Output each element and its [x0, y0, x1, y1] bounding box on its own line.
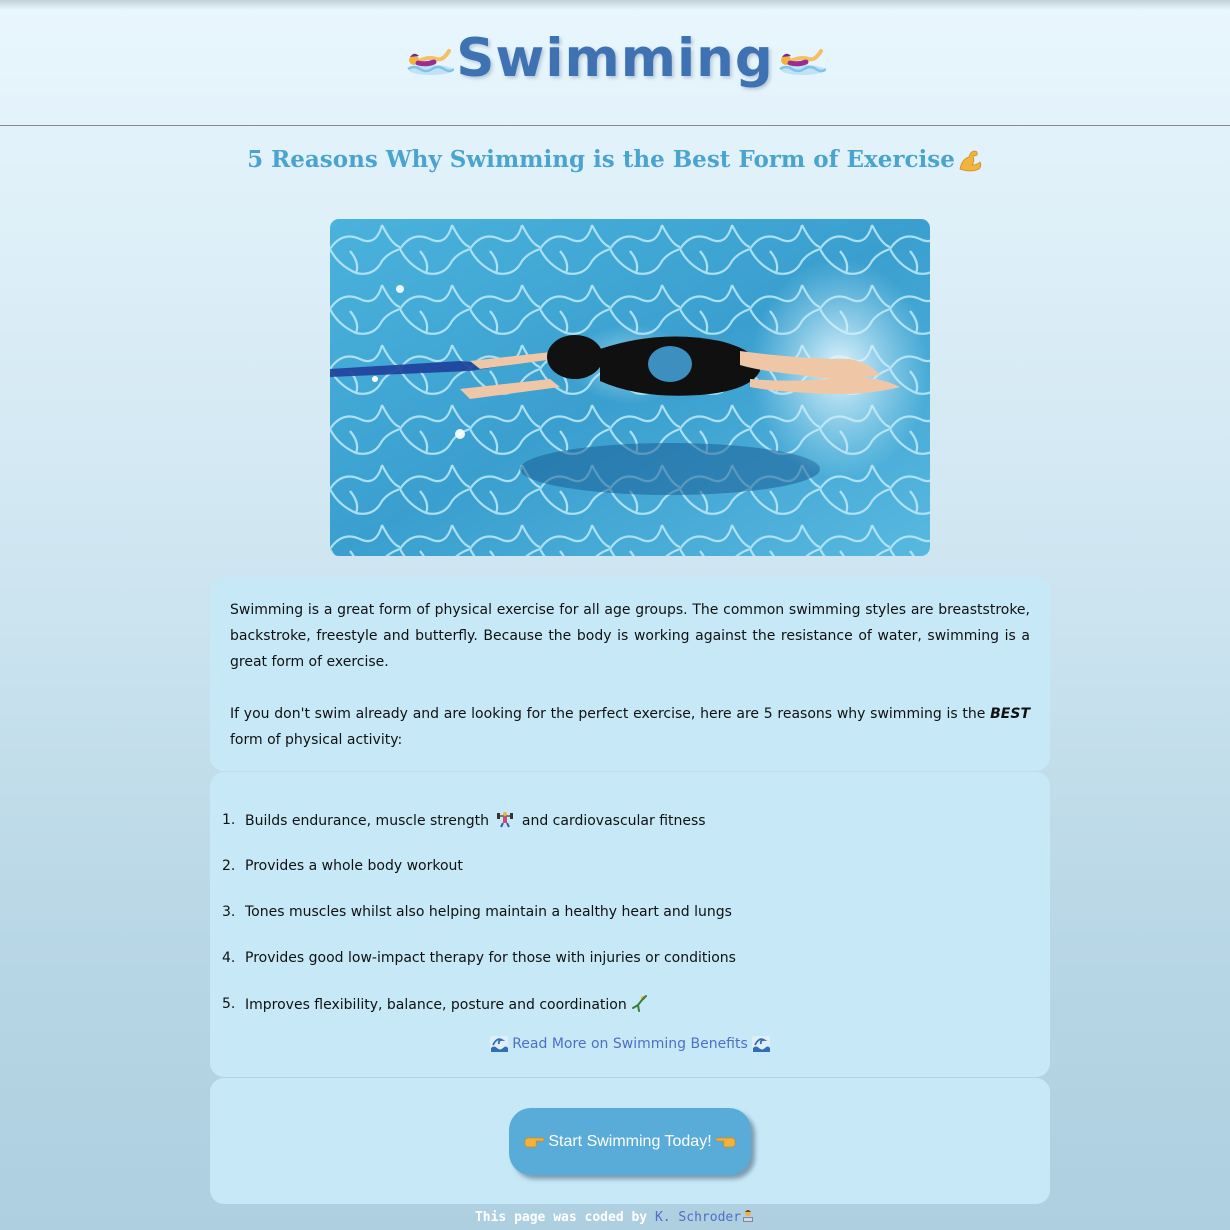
hero-illustration — [330, 219, 930, 556]
reason-text: Improves flexibility, balance, posture a… — [245, 994, 651, 1015]
read-more-label: Read More on Swimming Benefits — [512, 1036, 748, 1052]
water-wave-icon — [490, 1036, 509, 1052]
reasons-card: 1. Builds endurance, muscle strength and… — [210, 772, 1050, 1077]
reason-number: 4. — [222, 950, 236, 966]
intro-paragraph-2-end: form of physical activity: — [230, 732, 403, 748]
site-header: Swimming — [0, 0, 1230, 126]
reason-number: 5. — [222, 996, 236, 1012]
reason-text: Provides a whole body workout — [245, 858, 463, 874]
article-heading: 5 Reasons Why Swimming is the Best Form … — [0, 146, 1230, 173]
reasons-list: 1. Builds endurance, muscle strength and… — [222, 810, 736, 1040]
author-link[interactable]: K. Schroder — [655, 1210, 741, 1225]
site-title: Swimming — [456, 28, 774, 89]
pointing-right-icon — [524, 1136, 545, 1147]
best-emphasis: BEST — [990, 706, 1030, 722]
technologist-icon — [743, 1210, 754, 1222]
reason-text: Builds endurance, muscle strength and ca… — [245, 810, 706, 831]
reason-text-start: Builds endurance, muscle strength — [245, 813, 494, 829]
page-footer: This page was coded by K. Schroder — [0, 1209, 1230, 1225]
reason-item: 2. Provides a whole body workout — [222, 856, 736, 902]
start-swimming-label: Start Swimming Today! — [548, 1132, 712, 1150]
swimmer-in-pool-image — [330, 219, 930, 556]
reason-item: 4. Provides good low-impact therapy for … — [222, 948, 736, 994]
reason-text-start: Improves flexibility, balance, posture a… — [245, 997, 627, 1013]
reason-number: 2. — [222, 858, 236, 874]
reason-text-end: and cardiovascular fitness — [517, 813, 706, 829]
gymnast-icon — [631, 995, 647, 1012]
article-heading-text: 5 Reasons Why Swimming is the Best Form … — [247, 146, 955, 173]
flexed-biceps-icon — [959, 150, 982, 171]
site-logo: Swimming — [404, 28, 826, 89]
water-wave-icon — [751, 1036, 770, 1052]
reason-item: 3. Tones muscles whilst also helping mai… — [222, 902, 736, 948]
reason-item: 1. Builds endurance, muscle strength and… — [222, 810, 736, 856]
woman-swimming-icon — [407, 48, 455, 75]
cta-card: Start Swimming Today! — [210, 1078, 1050, 1204]
reason-number: 1. — [222, 812, 236, 828]
start-swimming-button[interactable]: Start Swimming Today! — [509, 1108, 751, 1175]
reason-item: 5. Improves flexibility, balance, postur… — [222, 994, 736, 1040]
woman-swimming-icon — [779, 48, 826, 75]
reason-number: 3. — [222, 904, 236, 920]
footer-prefix: This page was coded by — [474, 1210, 655, 1225]
intro-paragraph-2-start: If you don't swim already and are lookin… — [230, 706, 991, 722]
intro-card: Swimming is a great form of physical exe… — [210, 577, 1050, 771]
pointing-left-icon — [715, 1136, 736, 1147]
intro-paragraph: Swimming is a great form of physical exe… — [230, 602, 1030, 670]
reason-text: Provides good low-impact therapy for tho… — [245, 950, 736, 966]
intro-paragraph-2: If you don't swim already and are lookin… — [230, 701, 1030, 753]
read-more-link[interactable]: Read More on Swimming Benefits — [210, 1036, 1050, 1052]
reason-text: Tones muscles whilst also helping mainta… — [245, 904, 732, 920]
weightlifter-icon — [497, 812, 514, 828]
